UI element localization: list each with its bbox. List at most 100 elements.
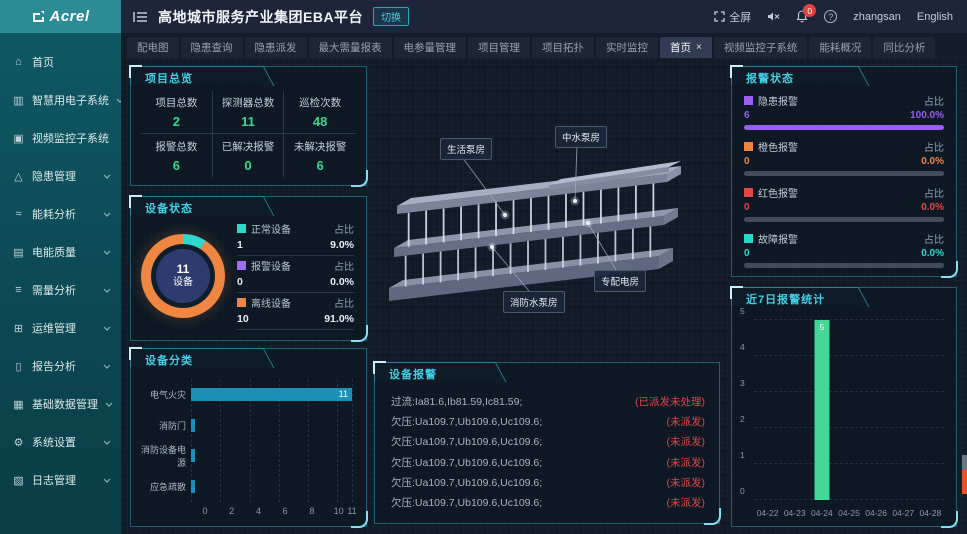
sidebar-item-label: 需量分析 xyxy=(32,282,76,298)
stat-label: 已解决报警 xyxy=(222,139,275,154)
tab-项目拓扑[interactable]: 项目拓扑 xyxy=(532,37,594,58)
sidebar-item-label: 首页 xyxy=(32,54,54,70)
scene-marker-专配电房[interactable]: 专配电房 xyxy=(594,270,646,292)
chevron-down-icon xyxy=(103,170,111,182)
help-button[interactable]: ? xyxy=(824,10,837,23)
grid-line xyxy=(352,379,353,502)
alarm-status-item: 隐患报警占比6100.0% xyxy=(744,93,944,130)
scrollbar-marker[interactable] xyxy=(962,470,967,494)
tab-能耗概况[interactable]: 能耗概况 xyxy=(809,37,871,58)
alarm-list-item: 欠压:Ua109.7,Ub109.6,Uc109.6;(未派发) xyxy=(391,452,705,472)
y-tick-label: 1 xyxy=(740,450,745,460)
alarm-message: 欠压:Ua109.7,Ub109.6,Uc109.6; xyxy=(391,495,542,510)
legend-pct: 9.0% xyxy=(330,239,354,251)
donut-unit: 设备 xyxy=(173,277,193,289)
sidebar-item-隐患管理[interactable]: △隐患管理 xyxy=(0,157,121,195)
tab-实时监控[interactable]: 实时监控 xyxy=(596,37,658,58)
notifications-button[interactable]: 0 xyxy=(796,10,808,23)
sidebar-item-需量分析[interactable]: ≡需量分析 xyxy=(0,271,121,309)
alarm-type-label: 故障报警 xyxy=(758,231,798,246)
username[interactable]: zhangsan xyxy=(853,11,901,23)
tab-close-icon[interactable]: × xyxy=(696,42,702,53)
ratio-label: 占比 xyxy=(334,295,354,310)
alarm-status-list: 隐患报警占比6100.0%橙色报警占比00.0%红色报警占比00.0%故障报警占… xyxy=(744,93,944,268)
donut-total: 11 xyxy=(177,262,190,276)
scrollbar-thumb[interactable] xyxy=(962,455,967,470)
sidebar-item-系统设置[interactable]: ⚙系统设置 xyxy=(0,423,121,461)
tab-最大需量报表[interactable]: 最大需量报表 xyxy=(309,37,392,58)
panel-head: 报警状态 xyxy=(731,66,854,85)
mute-button[interactable] xyxy=(767,11,780,22)
tab-隐患派发[interactable]: 隐患派发 xyxy=(245,37,307,58)
menu-fold-icon[interactable] xyxy=(133,11,148,23)
page-scrollbar[interactable] xyxy=(962,455,967,494)
tab-label: 首页 xyxy=(670,40,691,55)
overview-stat: 巡检次数48 xyxy=(284,91,356,134)
stat-label: 报警总数 xyxy=(155,139,197,154)
x-tick-label: 04-26 xyxy=(863,508,890,518)
sidebar-item-label: 视频监控子系统 xyxy=(32,130,109,146)
sidebar-item-智慧用电子系统[interactable]: ▥智慧用电子系统 xyxy=(0,81,121,119)
sidebar-item-首页[interactable]: ⌂首页 xyxy=(0,43,121,81)
fullscreen-button[interactable]: 全屏 xyxy=(714,9,751,25)
fullscreen-icon xyxy=(714,11,725,22)
alarm-list-item: 过流:Ia81.6,Ib81.59,Ic81.59;(已派发未处理) xyxy=(391,391,705,411)
chevron-down-icon xyxy=(103,322,111,334)
switch-project-button[interactable]: 切换 xyxy=(373,7,409,26)
sidebar-item-label: 基础数据管理 xyxy=(32,396,98,412)
tab-bar: 配电图隐患查询隐患派发最大需量报表电参量管理项目管理项目拓扑实时监控首页 × 视频监… xyxy=(121,33,967,58)
tab-同比分析[interactable]: 同比分析 xyxy=(873,37,935,58)
sidebar-item-能耗分析[interactable]: ≈能耗分析 xyxy=(0,195,121,233)
alarm-status-values: 00.0% xyxy=(744,156,944,167)
scene-marker-中水泵房[interactable]: 中水泵房 xyxy=(555,126,607,148)
tab-视频监控子系统[interactable]: 视频监控子系统 xyxy=(714,37,808,58)
overview-stat: 报警总数 6 xyxy=(141,134,213,177)
chevron-down-icon xyxy=(103,474,111,486)
stat-value: 6 xyxy=(173,158,180,173)
stat-value: 48 xyxy=(313,114,327,129)
panel-weekly-alarms: 近7日报警统计 0123455 04-2204-2304-2404-2504-2… xyxy=(731,287,957,527)
panel-device-alarms: 设备报警 过流:Ia81.6,Ib81.59,Ic81.59;(已派发未处理) 欠… xyxy=(374,362,720,524)
sidebar-item-运维管理[interactable]: ⊞运维管理 xyxy=(0,309,121,347)
ratio-label: 占比 xyxy=(924,231,944,246)
alarm-list-item: 欠压:Ua109.7,Ub109.6,Uc109.6;(未派发) xyxy=(391,432,705,452)
legend-swatch xyxy=(744,142,753,151)
device-class-bar-chart: 11 xyxy=(191,379,352,502)
sidebar-item-视频监控子系统[interactable]: ▣ 视频监控子系统 xyxy=(0,119,121,157)
scene-marker-生活泵房[interactable]: 生活泵房 xyxy=(440,138,492,160)
stat-label: 探测器总数 xyxy=(222,95,275,110)
category-label: 消防设备电源 xyxy=(139,441,191,472)
sidebar-item-电能质量[interactable]: ▤电能质量 xyxy=(0,233,121,271)
tab-隐患查询[interactable]: 隐患查询 xyxy=(181,37,243,58)
tab-电参量管理[interactable]: 电参量管理 xyxy=(394,37,467,58)
sidebar-item-日志管理[interactable]: ▧日志管理 xyxy=(0,461,121,499)
base-data-icon: ▦ xyxy=(12,398,25,411)
panel-title: 设备分类 xyxy=(131,349,259,368)
sidebar-nav: ⌂首页▥智慧用电子系统 ▣ 视频监控子系统 △隐患管理≈能耗分析▤电能质量≡需量分析⊞… xyxy=(0,33,121,499)
ratio-label: 占比 xyxy=(924,139,944,154)
x-tick-label: 11 xyxy=(347,506,356,516)
help-icon: ? xyxy=(824,10,837,23)
scene-marker-消防水泵房[interactable]: 消防水泵房 xyxy=(503,291,565,313)
chevron-down-icon xyxy=(103,360,111,372)
sidebar-item-报告分析[interactable]: ▯报告分析 xyxy=(0,347,121,385)
video-monitor-icon: ▣ xyxy=(12,132,25,145)
donut-center: 11 设备 xyxy=(156,249,210,303)
alarm-pct: 0.0% xyxy=(921,248,944,259)
panel-title: 设备状态 xyxy=(131,197,259,216)
sidebar-item-基础数据管理[interactable]: ▦ 基础数据管理 xyxy=(0,385,121,423)
tab-项目管理[interactable]: 项目管理 xyxy=(468,37,530,58)
language-switch[interactable]: English xyxy=(917,11,953,23)
panel-alarm-status: 报警状态 隐患报警占比6100.0%橙色报警占比00.0%红色报警占比00.0%… xyxy=(731,66,957,277)
panel-title: 设备报警 xyxy=(375,363,491,382)
device-class-x-axis: 024681011 xyxy=(205,506,352,518)
panel-title: 项目总览 xyxy=(131,67,259,86)
tab-配电图[interactable]: 配电图 xyxy=(127,37,179,58)
overview-stat: 已解决报警0 xyxy=(213,134,285,177)
bar-row: 11 xyxy=(191,379,352,410)
building-3d-scene[interactable]: 生活泵房 中水泵房消防水泵房 专配电房 xyxy=(371,58,726,353)
legend-value: 1 xyxy=(237,239,243,251)
alarm-count: 0 xyxy=(744,248,750,259)
tab-首页[interactable]: 首页 × xyxy=(660,37,712,58)
alarm-message: 欠压:Ua109.7,Ub109.6,Uc109.6; xyxy=(391,434,542,449)
